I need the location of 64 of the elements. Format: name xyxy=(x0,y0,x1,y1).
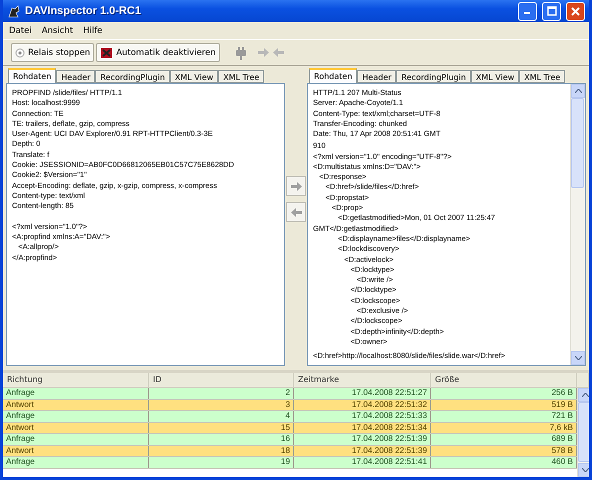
text-area[interactable] xyxy=(307,83,586,366)
scrollbar[interactable] xyxy=(570,84,585,365)
table-cell: Anfrage xyxy=(3,411,149,422)
maximize-button[interactable] xyxy=(542,2,561,20)
table-cell: 4 xyxy=(149,411,294,422)
radio-icon xyxy=(15,48,25,58)
cross-icon xyxy=(100,46,114,59)
scroll-up-icon[interactable] xyxy=(574,89,582,93)
tab[interactable]: RecordingPlugin xyxy=(95,70,170,83)
table-cell: 2 xyxy=(149,388,294,398)
table-cell: Anfrage xyxy=(3,457,149,468)
table-cell: 3 xyxy=(149,400,294,410)
table-cell: 17.04.2008 22:51:41 xyxy=(294,457,431,468)
stop-relay-button[interactable]: Relais stoppen xyxy=(11,43,94,62)
menu-item[interactable]: Hilfe xyxy=(83,26,102,36)
tab[interactable]: XML Tree xyxy=(218,70,264,83)
table-cell: Anfrage xyxy=(3,388,149,398)
table-cell: 17.04.2008 22:51:39 xyxy=(294,446,431,456)
table-cell: Antwort xyxy=(3,446,149,456)
column-header[interactable]: Zeitmarke xyxy=(294,373,431,387)
table-cell: Antwort xyxy=(3,422,149,433)
tab[interactable]: Header xyxy=(357,70,396,83)
table-cell: 17.04.2008 22:51:34 xyxy=(294,422,431,433)
back-button[interactable] xyxy=(286,202,306,222)
forward-arrow-icon xyxy=(258,48,269,57)
tab[interactable]: XML View xyxy=(170,70,218,83)
table-cell: 17.04.2008 22:51:39 xyxy=(294,434,431,444)
table-cell: 17.04.2008 22:51:32 xyxy=(294,400,431,410)
tab[interactable]: XML View xyxy=(470,70,520,83)
close-icon xyxy=(571,6,580,16)
automatic-button[interactable]: Automatik deaktivieren xyxy=(96,43,220,62)
menu-item[interactable]: Ansicht xyxy=(42,26,74,36)
menu-item[interactable]: Datei xyxy=(9,26,32,36)
table-cell: 15 xyxy=(149,422,294,433)
table-cell: 16 xyxy=(149,434,294,444)
plug-icon[interactable] xyxy=(234,46,248,60)
tab[interactable]: Rohdaten xyxy=(8,68,56,83)
table-cell: 17.04.2008 22:51:33 xyxy=(294,411,431,422)
table-cell: Anfrage xyxy=(3,434,149,444)
scrollbar[interactable] xyxy=(577,388,589,477)
minimize-button[interactable] xyxy=(518,2,537,20)
scroll-down-icon[interactable] xyxy=(582,468,588,472)
scroll-down-icon[interactable] xyxy=(574,356,582,360)
table-cell: Antwort xyxy=(3,400,149,410)
column-header[interactable]: ID xyxy=(149,373,294,387)
back-arrow-icon xyxy=(272,48,284,57)
table-cell: 19 xyxy=(149,457,294,468)
tab[interactable]: RecordingPlugin xyxy=(396,70,471,83)
close-button[interactable] xyxy=(566,2,585,20)
column-header[interactable]: Richtung xyxy=(3,373,149,387)
app-icon xyxy=(7,4,20,18)
column-header[interactable]: Größe xyxy=(431,373,577,387)
tab[interactable]: XML Tree xyxy=(519,70,566,83)
text-area[interactable] xyxy=(6,83,285,366)
tab[interactable]: Rohdaten xyxy=(309,68,358,83)
scroll-up-icon[interactable] xyxy=(582,393,588,397)
tab[interactable]: Header xyxy=(56,70,96,83)
maximize-icon xyxy=(546,6,556,16)
left-arrow-icon xyxy=(290,208,302,216)
table-cell: 18 xyxy=(149,446,294,456)
right-arrow-icon xyxy=(290,182,302,190)
forward-button[interactable] xyxy=(286,176,306,196)
table-cell: 17.04.2008 22:51:27 xyxy=(294,388,431,398)
window-title: DAVInspector 1.0-RC1 xyxy=(25,5,142,17)
